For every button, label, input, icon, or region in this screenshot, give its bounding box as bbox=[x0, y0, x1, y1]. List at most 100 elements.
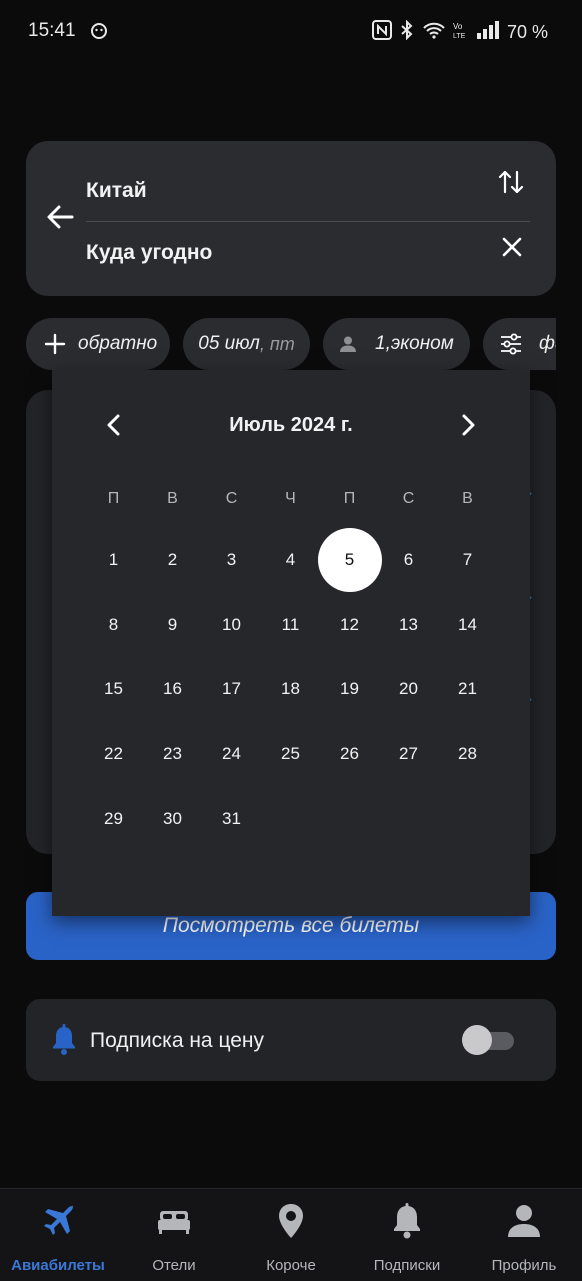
calendar-day[interactable]: 10 bbox=[202, 593, 261, 658]
calendar-day-number: 19 bbox=[340, 679, 359, 699]
calendar-day-selected[interactable]: 5 bbox=[320, 528, 379, 593]
calendar-day[interactable]: 23 bbox=[143, 722, 202, 787]
calendar-day[interactable]: 25 bbox=[261, 722, 320, 787]
calendar-day-number: 31 bbox=[222, 808, 241, 828]
calendar-day[interactable]: 3 bbox=[202, 528, 261, 593]
calendar-day[interactable]: 11 bbox=[261, 593, 320, 658]
price-subscription-label: Подписка на цену bbox=[90, 1029, 265, 1052]
calendar-day[interactable]: 1 bbox=[84, 528, 143, 593]
calendar-day[interactable]: 7 bbox=[438, 528, 497, 593]
nav-label: Авиабилеты bbox=[11, 1257, 105, 1274]
calendar-day-number: 7 bbox=[462, 550, 473, 570]
calendar-day-number: 9 bbox=[167, 614, 178, 634]
calendar-day-number: 16 bbox=[163, 679, 182, 699]
return-date-chip[interactable]: обратно bbox=[26, 318, 170, 370]
calendar-day[interactable]: 30 bbox=[143, 786, 202, 851]
calendar-day[interactable]: 13 bbox=[379, 593, 438, 658]
calendar-day[interactable]: 4 bbox=[261, 528, 320, 593]
calendar-day[interactable]: 24 bbox=[202, 722, 261, 787]
calendar-grid: ПВСЧПСВ 1 2 3 4 5 6 7 8 9 10 11 12 13 14 15 16 17 18 19 20 2… bbox=[84, 470, 498, 851]
calendar-day-number: 10 bbox=[222, 614, 241, 634]
user-icon bbox=[504, 1201, 544, 1241]
weekday-label: В bbox=[167, 490, 178, 507]
weekday-label: В bbox=[462, 490, 473, 507]
calendar-day-number: 14 bbox=[458, 614, 477, 634]
price-subscription-toggle[interactable] bbox=[462, 1025, 514, 1055]
calendar-day-number: 17 bbox=[222, 679, 241, 699]
status-icons: Vo LTE 70 % bbox=[371, 19, 548, 45]
volte-icon: Vo LTE bbox=[453, 20, 469, 45]
nav-item-subscriptions[interactable]: Подписки bbox=[349, 1189, 465, 1281]
filters-chip[interactable]: фильтры bbox=[483, 318, 556, 370]
nav-item-korotche[interactable]: Короче bbox=[233, 1189, 349, 1281]
nav-label: Короче bbox=[266, 1257, 316, 1274]
calendar-day-number: 1 bbox=[108, 550, 119, 570]
calendar-day[interactable]: 31 bbox=[202, 786, 261, 851]
nav-item-hotels[interactable]: Отели bbox=[116, 1189, 232, 1281]
calendar-day-number: 4 bbox=[285, 550, 296, 570]
toggle-knob bbox=[462, 1025, 492, 1055]
plus-icon bbox=[44, 333, 66, 355]
calendar-day[interactable]: 8 bbox=[84, 593, 143, 658]
return-label: обратно bbox=[78, 333, 158, 354]
passengers-label: 1,эконом bbox=[375, 333, 454, 354]
calendar-day[interactable]: 16 bbox=[143, 657, 202, 722]
calendar-day[interactable]: 18 bbox=[261, 657, 320, 722]
svg-text:LTE: LTE bbox=[453, 33, 466, 40]
calendar-day[interactable]: 29 bbox=[84, 786, 143, 851]
swap-vertical-icon[interactable] bbox=[496, 167, 526, 197]
calendar-day-number: 25 bbox=[281, 744, 300, 764]
destination-field[interactable]: Куда угодно bbox=[86, 241, 212, 265]
calendar-day-number: 20 bbox=[399, 679, 418, 699]
origin-field[interactable]: Китай bbox=[86, 179, 147, 203]
calendar-day[interactable]: 27 bbox=[379, 722, 438, 787]
status-time: 15:41 bbox=[28, 20, 76, 41]
close-icon[interactable] bbox=[500, 235, 524, 259]
wifi-icon bbox=[422, 20, 446, 45]
calendar-day-number: 30 bbox=[163, 808, 182, 828]
calendar-day[interactable]: 28 bbox=[438, 722, 497, 787]
calendar-day[interactable]: 20 bbox=[379, 657, 438, 722]
calendar-day[interactable]: 19 bbox=[320, 657, 379, 722]
bluetooth-icon bbox=[399, 19, 415, 45]
price-subscription-card: Подписка на цену bbox=[26, 999, 556, 1081]
bottom-nav: Авиабилеты Отели Короче Подписки Профиль bbox=[0, 1188, 582, 1281]
calendar-day[interactable]: 14 bbox=[438, 593, 497, 658]
airplane-icon bbox=[38, 1201, 78, 1241]
svg-text:Vo: Vo bbox=[453, 22, 463, 31]
nav-item-profile[interactable]: Профиль bbox=[466, 1189, 582, 1281]
calendar-day-number: 28 bbox=[458, 744, 477, 764]
nav-item-flights[interactable]: Авиабилеты bbox=[0, 1189, 116, 1281]
departure-date-chip[interactable]: 05 июл, пт bbox=[183, 318, 310, 370]
filters-label: фильтры bbox=[539, 333, 556, 354]
sliders-icon bbox=[499, 333, 523, 355]
calendar-day-number: 24 bbox=[222, 744, 241, 764]
calendar-day[interactable]: 2 bbox=[143, 528, 202, 593]
calendar-day[interactable]: 17 bbox=[202, 657, 261, 722]
days-grid: 1 2 3 4 5 6 7 8 9 10 11 12 13 14 15 16 17 18 19 20 21 22 23 24 2… bbox=[84, 528, 498, 851]
calendar-day-number: 26 bbox=[340, 744, 359, 764]
calendar-day[interactable]: 15 bbox=[84, 657, 143, 722]
calendar-day[interactable]: 12 bbox=[320, 593, 379, 658]
calendar-day[interactable]: 9 bbox=[143, 593, 202, 658]
weekday-label: П bbox=[107, 490, 120, 507]
calendar-day[interactable]: 6 bbox=[379, 528, 438, 593]
nav-label: Отели bbox=[152, 1257, 196, 1274]
weekday-label: С bbox=[402, 490, 415, 507]
passengers-chip[interactable]: 1,эконом bbox=[323, 318, 470, 370]
chevron-right-icon[interactable] bbox=[456, 412, 480, 438]
smile-face-icon bbox=[90, 22, 108, 45]
calendar-day-number: 22 bbox=[104, 744, 123, 764]
calendar-day-number: 23 bbox=[163, 744, 182, 764]
calendar-day-number: 15 bbox=[104, 679, 123, 699]
bell-icon bbox=[50, 1024, 78, 1061]
calendar-day[interactable]: 21 bbox=[438, 657, 497, 722]
arrow-left-icon[interactable] bbox=[44, 201, 76, 233]
weekday-row: ПВСЧПСВ bbox=[84, 470, 498, 528]
calendar-day[interactable]: 22 bbox=[84, 722, 143, 787]
weekday-label: Ч bbox=[285, 490, 296, 507]
signal-icon bbox=[476, 20, 500, 45]
calendar-day[interactable]: 26 bbox=[320, 722, 379, 787]
calendar-day-number: 27 bbox=[399, 744, 418, 764]
calendar-day-number: 12 bbox=[340, 614, 359, 634]
